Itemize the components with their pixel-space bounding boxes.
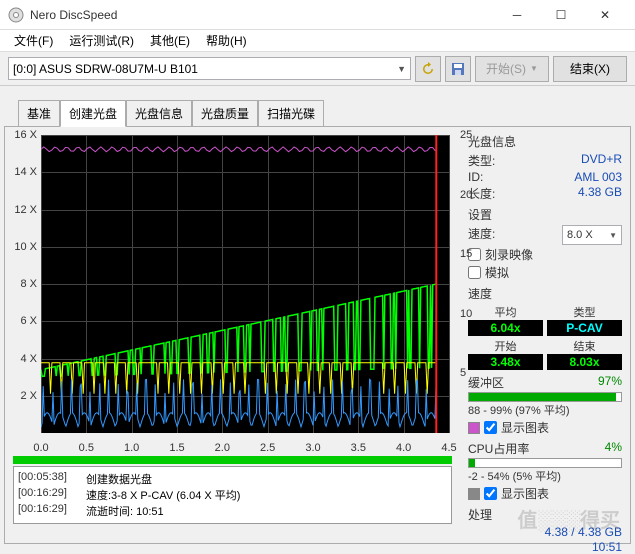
app-icon xyxy=(8,7,24,23)
cpu-bar xyxy=(468,458,622,468)
x-tick: 4.5 xyxy=(441,442,456,454)
x-tick: 3.5 xyxy=(351,442,366,454)
y-tick-left: 16 X xyxy=(9,129,37,141)
x-tick: 0.0 xyxy=(33,442,48,454)
y-tick-right: 5 xyxy=(460,367,478,379)
chevron-down-icon: ▼ xyxy=(609,231,617,240)
tab-benchmark[interactable]: 基准 xyxy=(18,100,60,127)
close-button[interactable]: ✕ xyxy=(583,0,627,30)
cpu-show-checkbox[interactable]: 显示图表 xyxy=(468,485,622,502)
end-button[interactable]: 结束(X) xyxy=(553,56,627,82)
speed-section: 速度 平均6.04x 类型P-CAV 开始3.48x 结束8.03x xyxy=(468,285,622,370)
y-tick-left: 2 X xyxy=(9,390,37,402)
buffer-bar xyxy=(468,392,622,402)
y-tick-left: 8 X xyxy=(9,278,37,290)
speed-chart: 2 X4 X6 X8 X10 X12 X14 X16 X5101520250.0… xyxy=(9,131,456,454)
tab-disc-info[interactable]: 光盘信息 xyxy=(126,100,192,127)
cpu-section: CPU占用率4% -2 - 54% (5% 平均) 显示图表 xyxy=(468,440,622,502)
refresh-button[interactable] xyxy=(415,56,441,82)
y-tick-right: 10 xyxy=(460,308,478,320)
minimize-button[interactable]: ─ xyxy=(495,0,539,30)
drive-select-value: [0:0] ASUS SDRW-08U7M-U B101 xyxy=(13,62,198,76)
burn-image-checkbox[interactable]: 刻录映像 xyxy=(468,246,622,263)
avg-speed-value: 6.04x xyxy=(468,320,543,336)
chevron-down-icon: ▼ xyxy=(530,64,538,73)
y-tick-right: 20 xyxy=(460,189,478,201)
tab-create-disc[interactable]: 创建光盘 xyxy=(60,100,126,127)
tab-disc-quality[interactable]: 光盘质量 xyxy=(192,100,258,127)
menu-other[interactable]: 其他(E) xyxy=(142,30,198,51)
x-tick: 1.0 xyxy=(124,442,139,454)
x-tick: 2.0 xyxy=(215,442,230,454)
speed-select[interactable]: 8.0 X▼ xyxy=(562,225,622,245)
buffer-show-checkbox[interactable]: 显示图表 xyxy=(468,419,622,436)
status-log: [00:05:38]创建数据光盘 [00:16:29]速度:3-8 X P-CA… xyxy=(13,466,452,524)
disc-info-section: 光盘信息 类型:DVD+R ID:AML 003 长度:4.38 GB xyxy=(468,133,622,202)
drive-select[interactable]: [0:0] ASUS SDRW-08U7M-U B101 ▼ xyxy=(8,57,411,80)
start-speed-value: 3.48x xyxy=(468,354,543,370)
y-tick-left: 10 X xyxy=(9,241,37,253)
progress-bar xyxy=(13,456,452,464)
x-tick: 3.0 xyxy=(305,442,320,454)
end-speed-value: 8.03x xyxy=(547,354,622,370)
x-tick: 1.5 xyxy=(169,442,184,454)
menu-help[interactable]: 帮助(H) xyxy=(198,30,255,51)
y-tick-right: 15 xyxy=(460,248,478,260)
menu-file[interactable]: 文件(F) xyxy=(6,30,61,51)
window-title: Nero DiscSpeed xyxy=(30,8,495,22)
start-button[interactable]: 开始(S)▼ xyxy=(475,56,549,82)
y-tick-right: 25 xyxy=(460,129,478,141)
buffer-section: 缓冲区97% 88 - 99% (97% 平均) 显示图表 xyxy=(468,374,622,436)
y-tick-left: 6 X xyxy=(9,315,37,327)
speed-type-value: P-CAV xyxy=(547,320,622,336)
proc-section: 处理 4.38 / 4.38 GB 10:51 xyxy=(468,506,622,554)
x-tick: 2.5 xyxy=(260,442,275,454)
y-tick-left: 4 X xyxy=(9,353,37,365)
menu-bar: 文件(F) 运行测试(R) 其他(E) 帮助(H) xyxy=(0,30,635,52)
x-tick: 0.5 xyxy=(79,442,94,454)
y-tick-left: 12 X xyxy=(9,204,37,216)
chevron-down-icon: ▼ xyxy=(397,64,406,74)
y-tick-left: 14 X xyxy=(9,166,37,178)
maximize-button[interactable]: ☐ xyxy=(539,0,583,30)
tab-scan-disc[interactable]: 扫描光碟 xyxy=(258,100,324,127)
tab-bar: 基准 创建光盘 光盘信息 光盘质量 扫描光碟 xyxy=(0,86,635,126)
save-button[interactable] xyxy=(445,56,471,82)
menu-run[interactable]: 运行测试(R) xyxy=(61,30,142,51)
x-tick: 4.0 xyxy=(396,442,411,454)
simulate-checkbox[interactable]: 模拟 xyxy=(468,264,622,281)
settings-section: 设置 速度: 8.0 X▼ 刻录映像 模拟 xyxy=(468,206,622,281)
